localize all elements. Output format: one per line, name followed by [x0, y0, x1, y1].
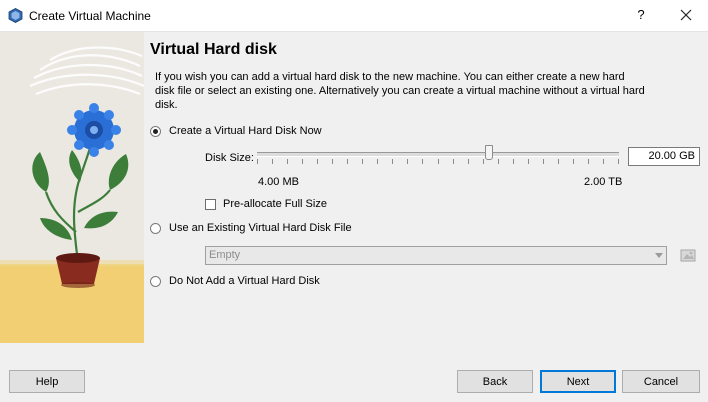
radio-indicator[interactable]: [150, 275, 161, 287]
slider-tick: [272, 159, 273, 164]
cancel-button[interactable]: Cancel: [622, 370, 700, 393]
close-icon[interactable]: [676, 5, 696, 25]
preallocate-label: Pre-allocate Full Size: [223, 198, 327, 210]
slider-tick: [618, 159, 619, 164]
page-title: Virtual Hard disk: [150, 41, 277, 58]
slider-tick: [257, 159, 258, 164]
title-bar: Create Virtual Machine ?: [0, 0, 708, 32]
slider-tick: [287, 159, 288, 164]
back-button[interactable]: Back: [457, 370, 533, 393]
preallocate-checkbox[interactable]: Pre-allocate Full Size: [205, 198, 327, 210]
radio-indicator[interactable]: [150, 222, 161, 234]
slider-tick: [468, 159, 469, 164]
slider-tick: [588, 159, 589, 164]
existing-disk-select-value: Empty: [209, 249, 241, 261]
chevron-down-icon[interactable]: [654, 251, 664, 260]
disk-size-min-label: 4.00 MB: [258, 176, 299, 188]
virtualbox-app-icon: [8, 8, 23, 23]
checkbox-box[interactable]: [205, 198, 216, 210]
slider-tick: [302, 159, 303, 164]
help-button[interactable]: Help: [9, 370, 85, 393]
slider-tick: [317, 159, 318, 164]
slider-tick: [332, 159, 333, 164]
disk-size-label: Disk Size:: [205, 152, 254, 164]
slider-tick: [498, 159, 499, 164]
slider-tick: [347, 159, 348, 164]
flower-pot: [56, 253, 100, 288]
disk-size-slider-thumb[interactable]: [484, 145, 493, 160]
slider-tick: [362, 159, 363, 164]
button-bar: Help Back Next Cancel: [0, 358, 708, 402]
slider-tick: [392, 159, 393, 164]
slider-tick: [407, 159, 408, 164]
slider-tick: [453, 159, 454, 164]
radio-indicator-selected[interactable]: [150, 125, 161, 137]
wizard-illustration: [0, 32, 144, 343]
slider-tick: [483, 159, 484, 164]
slider-tick: [422, 159, 423, 164]
help-title-button[interactable]: ?: [634, 7, 648, 22]
radio-use-existing-disk[interactable]: Use an Existing Virtual Hard Disk File: [150, 222, 352, 234]
radio-create-disk-now-label: Create a Virtual Hard Disk Now: [169, 125, 322, 137]
slider-tick: [573, 159, 574, 164]
radio-use-existing-disk-label: Use an Existing Virtual Hard Disk File: [169, 222, 352, 234]
disk-size-slider-track[interactable]: [257, 152, 619, 157]
radio-no-disk[interactable]: Do Not Add a Virtual Hard Disk: [150, 275, 320, 287]
radio-create-disk-now[interactable]: Create a Virtual Hard Disk Now: [150, 125, 322, 137]
slider-tick: [603, 159, 604, 164]
radio-no-disk-label: Do Not Add a Virtual Hard Disk: [169, 275, 320, 287]
slider-tick: [558, 159, 559, 164]
window-title: Create Virtual Machine: [29, 9, 151, 23]
next-button[interactable]: Next: [540, 370, 616, 393]
choose-disk-file-icon[interactable]: [679, 246, 697, 264]
disk-size-max-label: 2.00 TB: [584, 176, 623, 188]
disk-size-slider-ticks: [257, 159, 619, 165]
slider-tick: [377, 159, 378, 164]
wizard-page: Virtual Hard disk If you wish you can ad…: [144, 32, 708, 343]
slider-tick: [438, 159, 439, 164]
disk-size-input[interactable]: 20.00 GB: [628, 147, 700, 166]
slider-tick: [543, 159, 544, 164]
existing-disk-select[interactable]: Empty: [205, 246, 667, 265]
slider-tick: [513, 159, 514, 164]
slider-tick: [528, 159, 529, 164]
page-description: If you wish you can add a virtual hard d…: [155, 71, 645, 111]
